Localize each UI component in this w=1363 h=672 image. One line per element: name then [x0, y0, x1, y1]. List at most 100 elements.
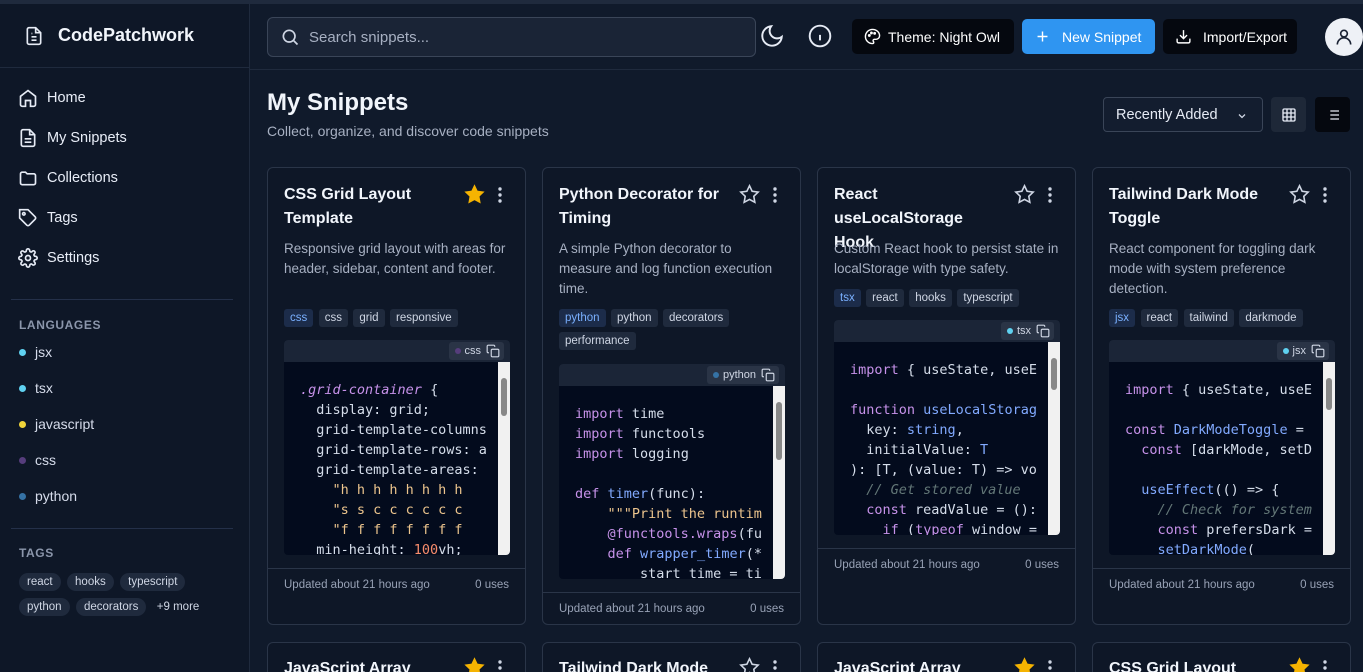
- card-tag[interactable]: python: [559, 309, 606, 327]
- card-tag[interactable]: decorators: [662, 309, 730, 327]
- more-vertical-icon[interactable]: [1319, 185, 1331, 205]
- card-tag[interactable]: react: [866, 289, 904, 307]
- scrollbar-thumb[interactable]: [1051, 358, 1057, 390]
- sidebar-item-tags[interactable]: Tags: [0, 198, 249, 238]
- card-tag[interactable]: darkmode: [1239, 309, 1303, 327]
- sidebar-item-my-snippets[interactable]: My Snippets: [0, 118, 249, 158]
- snippet-card[interactable]: React useLocalStorage Hook Custom React …: [817, 167, 1076, 625]
- code-scrollbar[interactable]: [1048, 342, 1060, 535]
- uses-count: 0 uses: [475, 578, 509, 591]
- copy-icon[interactable]: [486, 344, 500, 358]
- card-title[interactable]: JavaScript Array: [834, 657, 1006, 672]
- snippet-card[interactable]: JavaScript Array: [267, 642, 526, 672]
- card-description: Responsive grid layout with areas for he…: [284, 241, 506, 276]
- search-icon: [282, 29, 299, 46]
- card-title[interactable]: JavaScript Array: [284, 657, 456, 672]
- card-tag[interactable]: tailwind: [1183, 309, 1234, 327]
- info-icon[interactable]: [807, 23, 833, 49]
- card-tag[interactable]: hooks: [909, 289, 952, 307]
- search-input[interactable]: Search snippets...: [267, 17, 756, 57]
- sidebar-item-label: My Snippets: [47, 130, 127, 146]
- star-filled-icon[interactable]: [464, 657, 485, 672]
- language-item-javascript[interactable]: javascript: [0, 406, 249, 442]
- card-tag[interactable]: grid: [353, 309, 385, 327]
- card-tag[interactable]: typescript: [957, 289, 1019, 307]
- code-scrollbar[interactable]: [498, 362, 510, 555]
- snippet-card[interactable]: CSS Grid Layout: [1092, 642, 1351, 672]
- theme-button[interactable]: Theme: Night Owl: [852, 19, 1014, 54]
- copy-icon[interactable]: [761, 368, 775, 382]
- language-item-tsx[interactable]: tsx: [0, 370, 249, 406]
- more-vertical-icon[interactable]: [1044, 185, 1056, 205]
- avatar[interactable]: [1325, 18, 1363, 56]
- more-vertical-icon[interactable]: [769, 658, 781, 672]
- sidebar-item-collections[interactable]: Collections: [0, 158, 249, 198]
- sort-select[interactable]: Recently Added: [1103, 97, 1263, 132]
- brand[interactable]: CodePatchwork: [0, 4, 249, 68]
- copy-icon[interactable]: [1311, 344, 1325, 358]
- card-tag[interactable]: tsx: [834, 289, 861, 307]
- card-title[interactable]: Tailwind Dark Mode: [559, 657, 731, 672]
- sidebar-item-label: Collections: [47, 170, 118, 186]
- scrollbar-thumb[interactable]: [776, 402, 782, 460]
- sidebar-tag[interactable]: react: [19, 573, 61, 591]
- star-icon[interactable]: [1289, 184, 1310, 205]
- snippet-card[interactable]: Python Decorator for Timing A simple Pyt…: [542, 167, 801, 625]
- card-title[interactable]: CSS Grid Layout Template: [284, 183, 456, 231]
- star-icon[interactable]: [739, 184, 760, 205]
- language-item-css[interactable]: css: [0, 442, 249, 478]
- snippet-card[interactable]: CSS Grid Layout Template Responsive grid…: [267, 167, 526, 625]
- more-tags-link[interactable]: +9 more: [157, 601, 200, 613]
- card-tag[interactable]: react: [1140, 309, 1179, 327]
- code-preview[interactable]: python import time import functools impo…: [559, 364, 785, 579]
- snippet-card[interactable]: JavaScript Array: [817, 642, 1076, 672]
- card-tag[interactable]: performance: [559, 332, 636, 350]
- star-filled-icon[interactable]: [1014, 657, 1035, 672]
- more-vertical-icon[interactable]: [494, 658, 506, 672]
- card-title[interactable]: CSS Grid Layout: [1109, 657, 1281, 672]
- card-title[interactable]: Python Decorator for Timing: [559, 183, 731, 231]
- more-vertical-icon[interactable]: [1319, 658, 1331, 672]
- card-tag[interactable]: python: [610, 309, 658, 327]
- star-filled-icon[interactable]: [1289, 657, 1310, 672]
- code-preview[interactable]: css .grid-container { display: grid; gri…: [284, 340, 510, 555]
- star-icon[interactable]: [1014, 184, 1035, 205]
- code-scrollbar[interactable]: [773, 386, 785, 579]
- language-item-python[interactable]: python: [0, 478, 249, 514]
- card-tag[interactable]: jsx: [1109, 309, 1136, 327]
- star-icon[interactable]: [739, 657, 760, 672]
- star-filled-icon[interactable]: [464, 184, 485, 205]
- sidebar-tag[interactable]: decorators: [75, 598, 147, 616]
- card-title[interactable]: Tailwind Dark Mode Toggle: [1109, 183, 1281, 231]
- new-snippet-button[interactable]: New Snippet: [1022, 19, 1155, 54]
- grid-view-button[interactable]: [1271, 97, 1306, 132]
- card-tag[interactable]: css: [284, 309, 314, 327]
- scrollbar-thumb[interactable]: [501, 378, 507, 416]
- card-tag[interactable]: css: [318, 309, 348, 327]
- snippet-card[interactable]: Tailwind Dark Mode Toggle React componen…: [1092, 167, 1351, 625]
- card-tag[interactable]: responsive: [390, 309, 458, 327]
- language-dot: [19, 456, 26, 464]
- list-icon: [1326, 109, 1339, 120]
- languages-title: LANGUAGES: [19, 318, 102, 332]
- sidebar-item-home[interactable]: Home: [0, 78, 249, 118]
- import-export-button[interactable]: Import/Export: [1163, 19, 1297, 54]
- language-item-jsx[interactable]: jsx: [0, 334, 249, 370]
- sidebar-item-settings[interactable]: Settings: [0, 238, 249, 278]
- sidebar-tag[interactable]: typescript: [120, 573, 186, 591]
- more-vertical-icon[interactable]: [1044, 658, 1056, 672]
- code-preview[interactable]: tsx import { useState, useE function use…: [834, 320, 1060, 535]
- more-vertical-icon[interactable]: [769, 185, 781, 205]
- copy-icon[interactable]: [1036, 324, 1050, 338]
- sidebar-tag[interactable]: hooks: [67, 573, 114, 591]
- list-view-button[interactable]: [1315, 97, 1350, 132]
- scrollbar-thumb[interactable]: [1326, 378, 1332, 410]
- moon-icon[interactable]: [759, 23, 785, 49]
- snippet-card[interactable]: Tailwind Dark Mode: [542, 642, 801, 672]
- languages-list: jsx tsx javascript css python: [0, 334, 249, 514]
- home-icon: [19, 89, 37, 108]
- sidebar-tag[interactable]: python: [19, 598, 70, 616]
- code-preview[interactable]: jsx import { useState, useE const DarkMo…: [1109, 340, 1335, 555]
- more-vertical-icon[interactable]: [494, 185, 506, 205]
- code-scrollbar[interactable]: [1323, 362, 1335, 555]
